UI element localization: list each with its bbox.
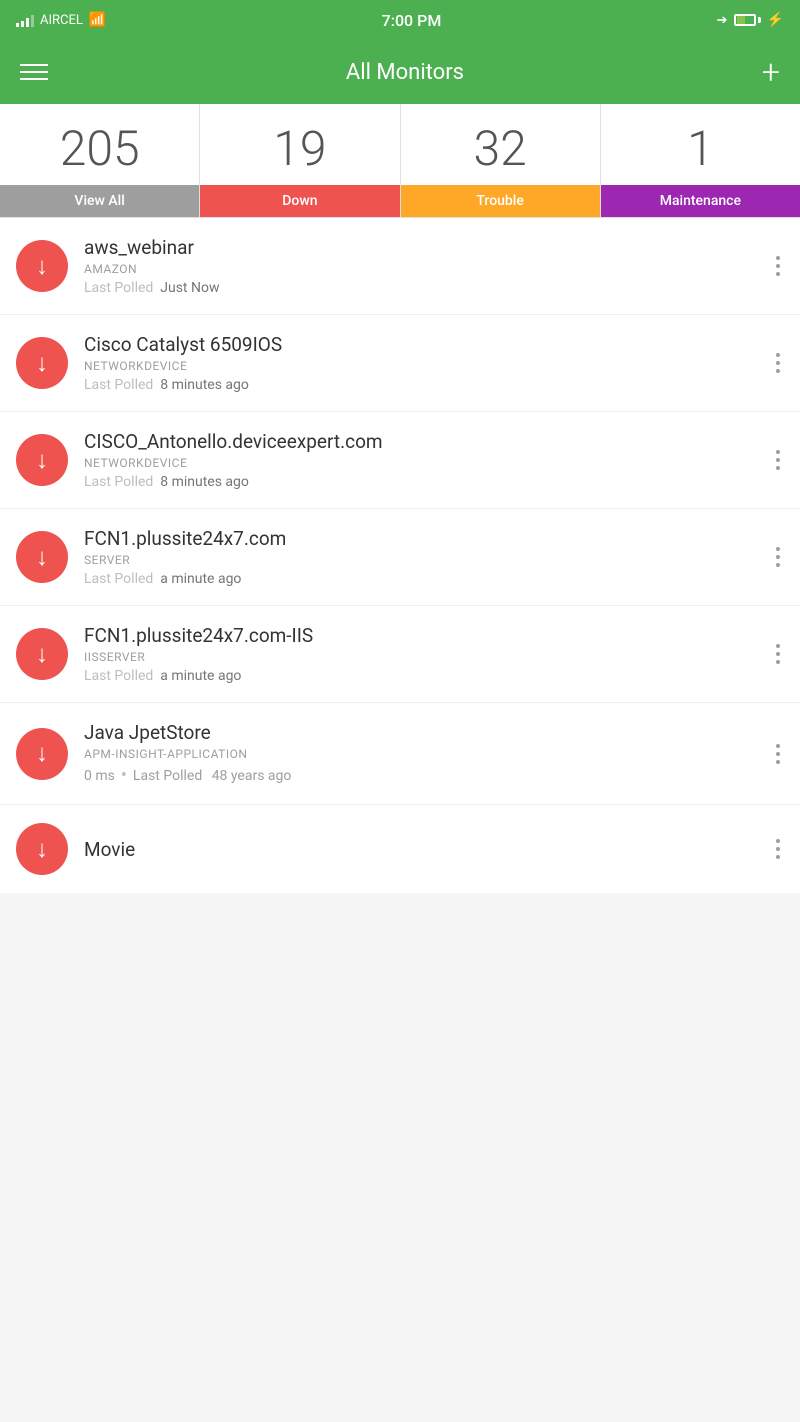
stat-label-maintenance[interactable]: Maintenance [601, 185, 800, 217]
page-title: All Monitors [346, 60, 464, 85]
monitor-type: AMAZON [84, 262, 756, 276]
stat-label-view-all[interactable]: View All [0, 185, 199, 217]
monitor-info: Java JpetStore APM-Insight-Application 0… [84, 721, 756, 786]
more-options-button[interactable] [772, 543, 784, 571]
monitor-info: Movie [84, 838, 756, 861]
monitor-poll: Last Polled Just Now [84, 280, 756, 296]
monitor-poll: Last Polled a minute ago [84, 668, 756, 684]
charging-icon: ⚡ [767, 12, 784, 28]
more-options-button[interactable] [772, 446, 784, 474]
stat-label-down[interactable]: Down [200, 185, 399, 217]
monitor-item-java-jpetstore[interactable]: ↓ Java JpetStore APM-Insight-Application… [0, 703, 800, 805]
status-bar: AIRCEL 📶 7:00 PM ➔ ⚡ [0, 0, 800, 40]
stat-card-view-all[interactable]: 205 View All [0, 104, 200, 217]
monitor-info: CISCO_Antonello.deviceexpert.com NETWORK… [84, 430, 756, 490]
monitor-type: NETWORKDEVICE [84, 359, 756, 373]
stat-card-trouble[interactable]: 32 Trouble [401, 104, 601, 217]
more-options-button[interactable] [772, 835, 784, 863]
monitor-item-cisco-antonello[interactable]: ↓ CISCO_Antonello.deviceexpert.com NETWO… [0, 412, 800, 509]
app-header: All Monitors + [0, 40, 800, 104]
monitor-name: Movie [84, 838, 756, 861]
stat-number-view-all: 205 [0, 104, 199, 185]
monitor-name: FCN1.plussite24x7.com-IIS [84, 624, 756, 647]
monitor-info: FCN1.plussite24x7.com SERVER Last Polled… [84, 527, 756, 587]
stat-number-down: 19 [200, 104, 399, 185]
monitor-type: APM-Insight-Application [84, 747, 756, 761]
monitor-list: ↓ aws_webinar AMAZON Last Polled Just No… [0, 218, 800, 893]
monitor-poll: Last Polled a minute ago [84, 571, 756, 587]
more-options-button[interactable] [772, 349, 784, 377]
stat-number-trouble: 32 [401, 104, 600, 185]
status-icon-down: ↓ [16, 728, 68, 780]
battery-icon [734, 14, 761, 26]
more-options-button[interactable] [772, 640, 784, 668]
status-icon-down: ↓ [16, 628, 68, 680]
monitor-info: Cisco Catalyst 6509IOS NETWORKDEVICE Las… [84, 333, 756, 393]
monitor-type: NETWORKDEVICE [84, 456, 756, 470]
status-bar-left: AIRCEL 📶 [16, 12, 106, 28]
stat-card-down[interactable]: 19 Down [200, 104, 400, 217]
stats-row: 205 View All 19 Down 32 Trouble 1 Mainte… [0, 104, 800, 218]
monitor-item-aws-webinar[interactable]: ↓ aws_webinar AMAZON Last Polled Just No… [0, 218, 800, 315]
stat-card-maintenance[interactable]: 1 Maintenance [601, 104, 800, 217]
status-icon-down: ↓ [16, 823, 68, 875]
monitor-name: FCN1.plussite24x7.com [84, 527, 756, 550]
status-icon-down: ↓ [16, 240, 68, 292]
monitor-type: IISSERVER [84, 650, 756, 664]
monitor-poll: Last Polled 8 minutes ago [84, 474, 756, 490]
wifi-icon: 📶 [89, 12, 106, 28]
status-icon-down: ↓ [16, 434, 68, 486]
monitor-item-fcn1-plussite[interactable]: ↓ FCN1.plussite24x7.com SERVER Last Poll… [0, 509, 800, 606]
more-options-button[interactable] [772, 740, 784, 768]
status-icon-down: ↓ [16, 337, 68, 389]
monitor-extra: 0 ms • Last Polled 48 years ago [84, 765, 756, 786]
location-icon: ➔ [717, 13, 728, 28]
carrier-name: AIRCEL [40, 13, 83, 28]
monitor-name: Java JpetStore [84, 721, 756, 744]
monitor-name: aws_webinar [84, 236, 756, 259]
monitor-info: FCN1.plussite24x7.com-IIS IISSERVER Last… [84, 624, 756, 684]
monitor-item-fcn1-plussite-iis[interactable]: ↓ FCN1.plussite24x7.com-IIS IISSERVER La… [0, 606, 800, 703]
monitor-item-cisco-catalyst[interactable]: ↓ Cisco Catalyst 6509IOS NETWORKDEVICE L… [0, 315, 800, 412]
signal-icon [16, 13, 34, 27]
status-icon-down: ↓ [16, 531, 68, 583]
monitor-type: SERVER [84, 553, 756, 567]
menu-button[interactable] [20, 64, 48, 80]
monitor-item-movie[interactable]: ↓ Movie [0, 805, 800, 893]
monitor-name: CISCO_Antonello.deviceexpert.com [84, 430, 756, 453]
monitor-info: aws_webinar AMAZON Last Polled Just Now [84, 236, 756, 296]
stat-label-trouble[interactable]: Trouble [401, 185, 600, 217]
response-time: 0 ms [84, 768, 115, 784]
status-bar-right: ➔ ⚡ [717, 12, 784, 28]
monitor-name: Cisco Catalyst 6509IOS [84, 333, 756, 356]
monitor-poll: Last Polled 8 minutes ago [84, 377, 756, 393]
status-bar-time: 7:00 PM [382, 11, 442, 30]
add-monitor-button[interactable]: + [762, 53, 780, 91]
stat-number-maintenance: 1 [601, 104, 800, 185]
more-options-button[interactable] [772, 252, 784, 280]
